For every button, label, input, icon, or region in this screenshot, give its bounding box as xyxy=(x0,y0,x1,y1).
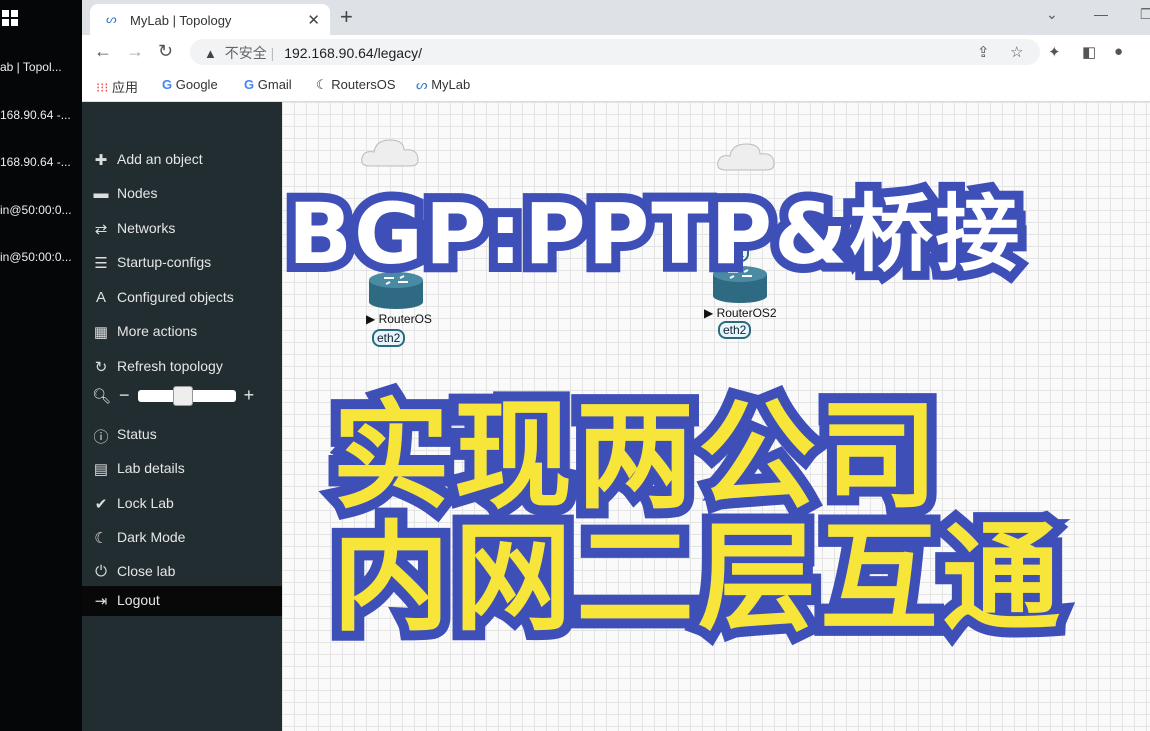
topology-canvas[interactable]: ▶ RouterOS eth2 e1 ▶ RouterOS2 eth2 BGP:… xyxy=(282,102,1150,731)
sidebar-item-close-lab[interactable]: ⏻ Close lab xyxy=(82,557,282,587)
node-name: RouterOS2 xyxy=(716,306,777,320)
sidebar-item-label: Networks xyxy=(117,220,176,236)
sidebar-item-networks[interactable]: ⇄ Networks xyxy=(82,214,282,244)
zoom-slider-handle[interactable] xyxy=(172,385,193,406)
google-icon: G xyxy=(162,77,173,92)
sidebar-item-label: Configured objects xyxy=(117,289,234,305)
bookmark-google[interactable]: G Google xyxy=(162,77,218,92)
sidebar-item-add-an-object[interactable]: ✚ Add an object xyxy=(82,145,282,175)
sidebar-item-lock-lab[interactable]: ✔ Lock Lab xyxy=(82,489,282,519)
mylab-favicon-icon: ᔕ xyxy=(106,12,117,26)
sidebar-item-logout[interactable]: ⇥ Logout xyxy=(82,586,282,616)
list-icon: ☰ xyxy=(94,255,108,272)
apps-grid-icon: ⁝⁝⁝ xyxy=(96,80,109,95)
cloud-icon[interactable] xyxy=(360,136,420,168)
windows-start-icon[interactable] xyxy=(2,10,18,26)
zoom-icon: 🔍︎ xyxy=(92,387,112,405)
sidebar-item-more-actions[interactable]: ▦ More actions xyxy=(82,317,282,347)
forward-icon[interactable]: → xyxy=(126,41,144,62)
browser-chrome: ᔕ MyLab | Topology ✕ + ⌄ — ❐ ← → ↻ ▲ 不安全… xyxy=(82,0,1150,102)
extensions-icon[interactable]: ✦ xyxy=(1048,43,1061,61)
zoom-out-button[interactable]: − xyxy=(119,385,130,406)
check-circle-icon: ✔ xyxy=(94,496,108,513)
reload-icon[interactable]: ↻ xyxy=(158,41,173,62)
sidebar-item-dark-mode[interactable]: ☾ Dark Mode xyxy=(82,523,282,553)
google-icon: G xyxy=(244,77,255,92)
tab-search-chevron-icon[interactable]: ⌄ xyxy=(1046,6,1058,23)
minimize-button[interactable]: — xyxy=(1094,6,1108,22)
security-label: 不安全 xyxy=(224,45,267,61)
exchange-icon: ⇄ xyxy=(94,221,108,238)
side-panel-icon[interactable]: ◧ xyxy=(1082,43,1096,61)
overlay-title: BGP:PPTP&桥接 xyxy=(282,176,1028,292)
bookmark-gmail[interactable]: G Gmail xyxy=(244,77,292,92)
sidebar-item-label: More actions xyxy=(117,323,198,339)
sidebar-item-refresh-topology[interactable]: ↻ Refresh topology xyxy=(82,352,282,382)
list-alt-icon: ▤ xyxy=(93,461,109,478)
mikrotik-icon: ☾ xyxy=(316,77,328,92)
lab-sidebar: 🔍︎ − + ✚ Add an object ▬ Nodes ⇄ Networks ☰ Sta… xyxy=(82,102,282,731)
node-name: RouterOS xyxy=(378,312,432,326)
profile-icon[interactable]: ● xyxy=(1114,43,1123,60)
restore-button[interactable]: ❐ xyxy=(1140,6,1150,23)
bookmark-apps[interactable]: ⁝⁝⁝ 应用 xyxy=(96,77,138,96)
sidebar-item-startup-configs[interactable]: ☰ Startup-configs xyxy=(82,248,282,278)
taskbar-item[interactable]: ab | Topol... xyxy=(0,60,80,74)
plus-icon: ✚ xyxy=(94,152,108,169)
zoom-slider[interactable] xyxy=(137,385,236,406)
interface-label: eth2 xyxy=(372,329,406,347)
moon-icon: ☾ xyxy=(94,530,108,547)
node-label[interactable]: ▶ RouterOS2 xyxy=(704,306,777,320)
taskbar-item[interactable]: in@50:00:0... xyxy=(0,203,80,217)
overlay-line2: 内网二层互通 xyxy=(322,499,1070,657)
sidebar-item-label: Logout xyxy=(117,592,160,608)
tab-mylab-topology[interactable]: ᔕ MyLab | Topology ✕ xyxy=(90,4,330,35)
back-icon[interactable]: ← xyxy=(94,41,112,62)
sidebar-item-configured-objects[interactable]: A Configured objects xyxy=(82,283,282,313)
close-tab-icon[interactable]: ✕ xyxy=(307,11,320,29)
zoom-in-button[interactable]: + xyxy=(244,385,255,406)
sidebar-item-label: Refresh topology xyxy=(117,358,223,374)
server-icon: ▬ xyxy=(93,185,109,202)
bookmark-mylab[interactable]: ᔕ MyLab xyxy=(416,77,470,93)
tab-title: MyLab | Topology xyxy=(130,13,232,28)
bookmark-label: 应用 xyxy=(112,80,139,95)
mylab-icon: ᔕ xyxy=(416,77,428,92)
sidebar-item-label: Lock Lab xyxy=(117,495,174,511)
taskbar-item[interactable]: in@50:00:0... xyxy=(0,250,80,264)
bookmark-label: RoutersOS xyxy=(331,77,396,92)
sign-out-icon: ⇥ xyxy=(94,593,108,610)
new-tab-button[interactable]: + xyxy=(340,4,353,30)
sidebar-item-label: Startup-configs xyxy=(117,254,212,270)
zoom-control: 🔍︎ − + xyxy=(92,385,254,406)
taskbar-item[interactable]: 168.90.64 -... xyxy=(0,108,80,122)
bookmark-label: MyLab xyxy=(431,77,471,92)
warning-icon: ▲ xyxy=(204,46,217,61)
interface-label: eth2 xyxy=(718,321,752,339)
url-text: 192.168.90.64/legacy/ xyxy=(284,45,422,61)
sidebar-item-label: Nodes xyxy=(117,185,158,201)
bookmark-label: Google xyxy=(175,77,218,92)
share-icon[interactable]: ⇪ xyxy=(977,43,990,61)
taskbar-item[interactable]: 168.90.64 -... xyxy=(0,155,80,169)
font-icon: A xyxy=(95,289,106,306)
bookmark-label: Gmail xyxy=(257,77,292,92)
bookmark-routersos[interactable]: ☾ RoutersOS xyxy=(316,77,396,93)
power-icon: ⏻ xyxy=(95,563,107,580)
sidebar-item-lab-details[interactable]: ▤ Lab details xyxy=(82,454,282,484)
info-icon: ⓘ xyxy=(93,429,109,446)
address-bar[interactable]: ▲ 不安全 | 192.168.90.64/legacy/ xyxy=(190,39,1040,65)
sidebar-item-label: Add an object xyxy=(117,151,203,167)
star-icon[interactable]: ☆ xyxy=(1010,43,1023,61)
sidebar-item-label: Status xyxy=(117,426,157,442)
sidebar-item-label: Dark Mode xyxy=(117,529,186,545)
refresh-icon: ↻ xyxy=(94,359,108,376)
grid-icon: ▦ xyxy=(93,324,109,341)
node-label[interactable]: ▶ RouterOS xyxy=(366,312,432,326)
sidebar-item-label: Close lab xyxy=(117,563,176,579)
sidebar-item-status[interactable]: ⓘ Status xyxy=(82,420,282,450)
windows-taskbar: ab | Topol... 168.90.64 -... 168.90.64 -… xyxy=(0,0,82,731)
sidebar-item-nodes[interactable]: ▬ Nodes xyxy=(82,179,282,209)
sidebar-item-label: Lab details xyxy=(117,460,185,476)
